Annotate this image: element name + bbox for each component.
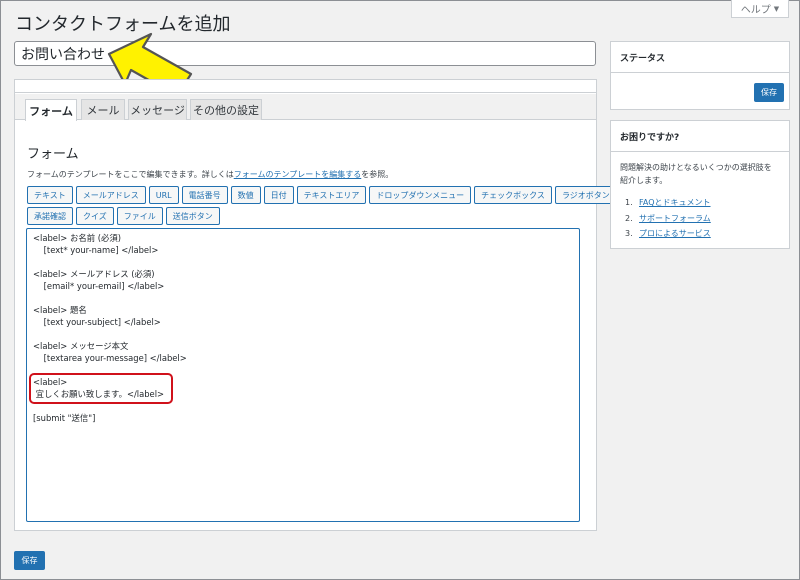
help-links: 1. FAQとドキュメント 2. サポートフォーラム 3. プロによるサービス [611,187,789,242]
help-tab-button[interactable]: ヘルプ ▼ [731,0,789,18]
tag-file-button[interactable]: ファイル [116,207,163,225]
tag-dropdown-button[interactable]: ドロップダウンメニュー [369,186,472,204]
tag-generator-row-1: テキスト メールアドレス URL 電話番号 数値 日付 テキストエリア ドロップ… [27,186,617,204]
desc-text: フォームのテンプレートをここで編集できます。詳しくは [27,170,234,179]
tag-tel-button[interactable]: 電話番号 [181,186,228,204]
code-line: [text* your-name] </label> [33,245,159,255]
tag-checkbox-button[interactable]: チェックボックス [474,186,552,204]
code-line: [textarea your-message] </label> [33,353,187,363]
tab-mail[interactable]: メール [81,99,125,120]
annotation-highlight-box [29,373,173,404]
code-line: <label> 題名 [33,305,87,315]
desc-text-end: を参照。 [361,170,394,179]
help-box: お困りですか? 問題解決の助けとなるいくつかの選択肢を 紹介します。 1. FAQ… [610,120,790,249]
caret-down-icon: ▼ [773,4,780,13]
status-heading: ステータス [611,42,789,73]
tag-acceptance-button[interactable]: 承諾確認 [27,207,73,225]
template-docs-link[interactable]: フォームのテンプレートを編集する [234,170,362,179]
faq-docs-link[interactable]: FAQとドキュメント [639,195,711,211]
status-box: ステータス 保存 [610,41,790,110]
tag-date-button[interactable]: 日付 [263,186,294,204]
tag-submit-button[interactable]: 送信ボタン [165,207,220,225]
tag-textarea-button[interactable]: テキストエリア [296,186,367,204]
code-line: <label> メールアドレス (必須) [33,269,155,279]
pro-services-link[interactable]: プロによるサービス [639,226,711,242]
support-forum-link[interactable]: サポートフォーラム [639,211,711,227]
code-line: [submit "送信"] [33,413,96,423]
save-button[interactable]: 保存 [14,551,45,570]
form-template-textarea[interactable]: <label> お名前 (必須) [text* your-name] </lab… [26,228,580,522]
tag-quiz-button[interactable]: クイズ [76,207,114,225]
tab-messages[interactable]: メッセージ [128,99,187,120]
code-line: [email* your-email] </label> [33,281,165,291]
tag-url-button[interactable]: URL [148,186,179,204]
tab-additional-settings[interactable]: その他の設定 [190,99,262,120]
help-tab-label: ヘルプ [740,5,771,16]
editor-tabs: フォーム メール メッセージ その他の設定 [15,94,596,121]
tag-generator-row-2: 承諾確認 クイズ ファイル 送信ボタン [27,207,220,225]
help-text-line: 問題解決の助けとなるいくつかの選択肢を [620,163,772,172]
tab-form[interactable]: フォーム [25,99,77,121]
form-description: フォームのテンプレートをここで編集できます。詳しくはフォームのテンプレートを編集… [27,169,393,180]
help-heading: お困りですか? [611,121,789,152]
form-section-heading: フォーム [27,147,79,162]
help-description: 問題解決の助けとなるいくつかの選択肢を 紹介します。 [611,152,789,187]
code-line: <label> メッセージ本文 [33,341,129,351]
form-title-input[interactable] [14,41,596,66]
list-item: 1. FAQとドキュメント [625,195,780,211]
status-save-button[interactable]: 保存 [754,83,784,102]
form-editor-panel: フォーム メール メッセージ その他の設定 フォーム フォームのテンプレートをこ… [14,79,617,531]
tag-email-button[interactable]: メールアドレス [75,186,146,204]
list-item: 3. プロによるサービス [625,226,780,242]
tag-number-button[interactable]: 数値 [230,186,261,204]
help-text-line: 紹介します。 [620,176,668,185]
tag-radio-button[interactable]: ラジオボタン [554,186,617,204]
list-item: 2. サポートフォーラム [625,211,780,227]
code-line: <label> お名前 (必須) [33,233,122,243]
tag-text-button[interactable]: テキスト [27,186,73,204]
code-line: [text your-subject] </label> [33,317,161,327]
